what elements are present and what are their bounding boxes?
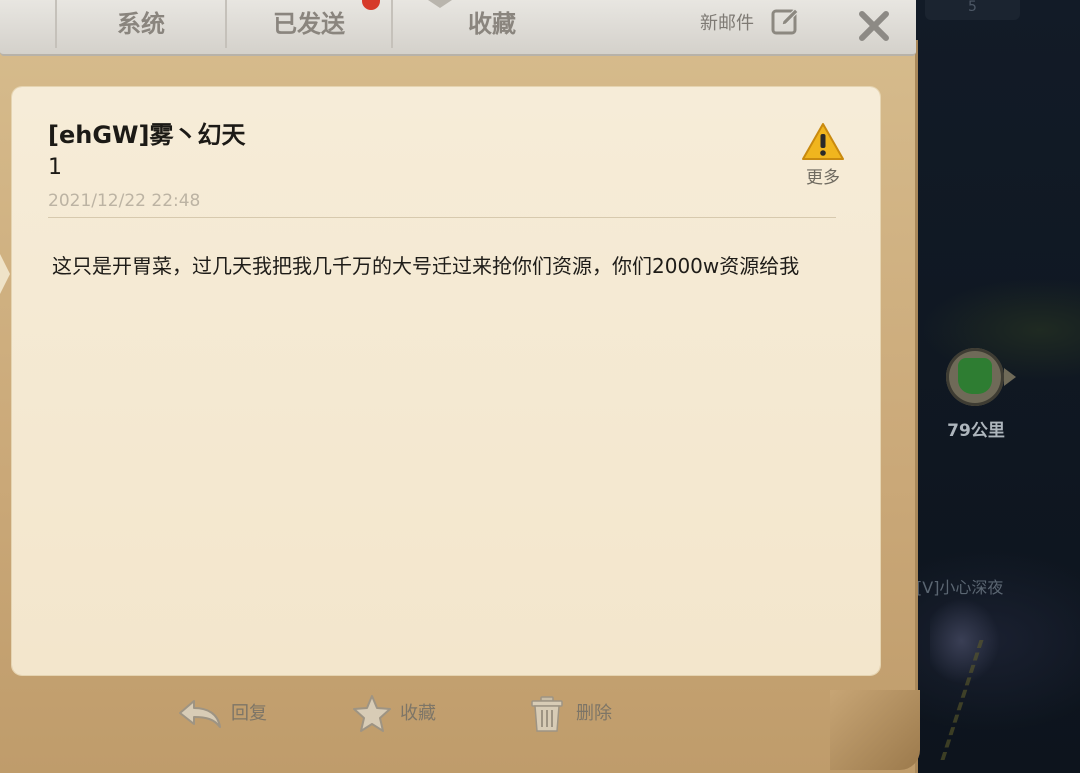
mail-timestamp: 2021/12/22 22:48 xyxy=(48,191,201,211)
edit-icon[interactable] xyxy=(770,6,800,36)
panel-corner xyxy=(830,690,920,770)
marker-pointer xyxy=(1004,368,1016,386)
more-button[interactable]: 更多 xyxy=(798,121,848,188)
favorite-label: 收藏 xyxy=(400,703,436,724)
delete-button[interactable]: 删除 xyxy=(528,694,628,734)
map-marker[interactable] xyxy=(946,348,1004,406)
mail-body: 这只是开胃菜，过几天我把我几千万的大号迁过来抢你们资源，你们2000w资源给我 xyxy=(52,254,800,278)
close-icon[interactable] xyxy=(856,8,892,44)
trash-icon xyxy=(531,696,563,732)
delete-label: 删除 xyxy=(576,703,612,724)
reply-button[interactable]: 回复 xyxy=(176,694,276,734)
reply-icon xyxy=(179,700,221,728)
map-player-name[interactable]: [V]小心深夜 xyxy=(916,574,1003,598)
new-mail-label[interactable]: 新邮件 xyxy=(700,10,754,42)
tab-favorites[interactable]: 收藏 xyxy=(393,0,591,50)
reply-label: 回复 xyxy=(231,703,267,724)
castle-icon xyxy=(958,358,992,394)
mail-card: [ehGW]雾丶幻天 1 2021/12/22 22:48 这只是开胃菜，过几天… xyxy=(12,87,880,675)
prev-arrow-icon[interactable] xyxy=(0,254,10,294)
map-top-badge: 5 xyxy=(925,0,1020,20)
tab-system[interactable]: 系统 xyxy=(57,0,225,50)
tab-bar: 系统 已发送 收藏 新邮件 xyxy=(0,0,916,56)
map-distance: 79公里 xyxy=(947,421,1005,441)
warning-icon xyxy=(802,123,844,160)
more-label: 更多 xyxy=(806,168,840,188)
star-icon xyxy=(353,695,391,732)
mail-subject: 1 xyxy=(48,155,62,180)
sender-name[interactable]: [ehGW]雾丶幻天 xyxy=(48,115,245,150)
favorite-button[interactable]: 收藏 xyxy=(350,694,450,734)
divider xyxy=(48,217,836,218)
